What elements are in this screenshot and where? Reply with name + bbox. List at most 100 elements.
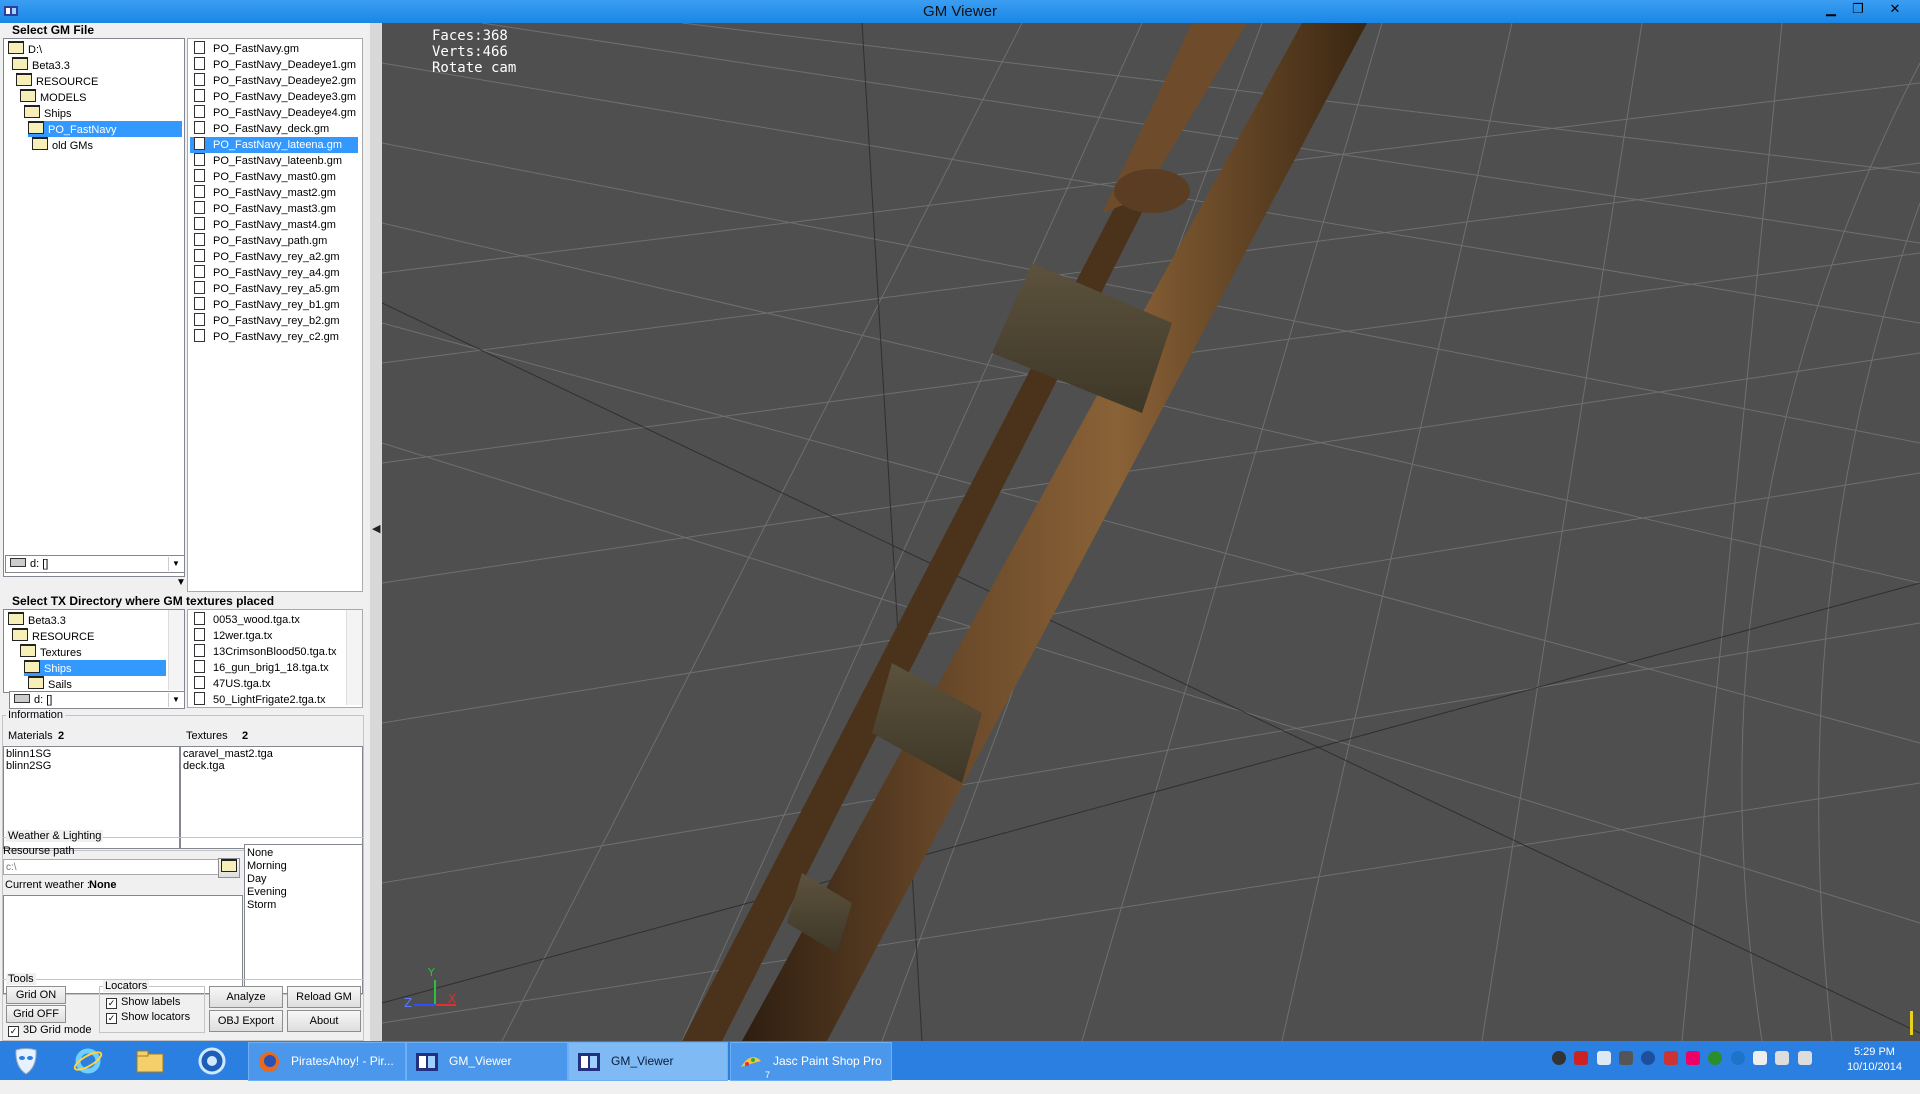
about-button[interactable]: About	[287, 1010, 361, 1032]
task-paint-shop-pro[interactable]: 7 Jasc Paint Shop Pro	[730, 1042, 892, 1081]
tree-item[interactable]: Ships	[24, 105, 76, 121]
tray-disc-icon[interactable]	[1552, 1051, 1566, 1065]
tree-item-selected[interactable]: PO_FastNavy	[28, 121, 182, 137]
file-item[interactable]: PO_FastNavy_Deadeye1.gm	[194, 57, 356, 73]
file-item[interactable]: PO_FastNavy_mast4.gm	[194, 217, 336, 233]
tx-tree-scrollbar[interactable]	[168, 610, 184, 690]
tray-b-icon[interactable]	[1574, 1051, 1589, 1065]
start-mask-icon[interactable]	[10, 1045, 42, 1077]
obj-export-button[interactable]: OBJ Export	[209, 1010, 283, 1032]
show-labels-checkbox[interactable]: ✓ Show labels	[106, 996, 180, 1009]
file-item[interactable]: PO_FastNavy_rey_b1.gm	[194, 297, 340, 313]
gm-drive-select[interactable]: d: [] ▼	[5, 555, 185, 573]
tree-item[interactable]: Beta3.3	[12, 57, 74, 73]
weather-option[interactable]: Storm	[247, 899, 276, 911]
tray-green-icon[interactable]	[1708, 1051, 1723, 1065]
file-icon	[194, 121, 205, 134]
tray-globe-icon[interactable]	[1641, 1051, 1656, 1065]
file-item[interactable]: PO_FastNavy_Deadeye4.gm	[194, 105, 356, 121]
tree-item[interactable]: Textures	[20, 644, 86, 660]
task-firefox[interactable]: PiratesAhoy! - Pir...	[248, 1042, 406, 1081]
weather-options-list[interactable]: None Morning Day Evening Storm	[244, 844, 363, 994]
tray-volume-icon[interactable]	[1797, 1051, 1812, 1065]
file-item[interactable]: PO_FastNavy_rey_a4.gm	[194, 265, 340, 281]
tree-item[interactable]: RESOURCE	[12, 628, 98, 644]
tree-item-selected[interactable]: Ships	[24, 660, 166, 676]
weather-option[interactable]: None	[247, 847, 273, 859]
list-item[interactable]: caravel_mast2.tga	[183, 748, 273, 760]
tree-item[interactable]: Sails	[28, 676, 76, 692]
tx-folder-tree[interactable]: Beta3.3 RESOURCE Textures Ships Sails	[3, 609, 185, 693]
weather-option[interactable]: Evening	[247, 886, 287, 898]
file-item[interactable]: PO_FastNavy_rey_c2.gm	[194, 329, 339, 345]
tray-cloud-icon[interactable]	[1596, 1051, 1611, 1065]
restore-button[interactable]: ❐	[1845, 0, 1871, 18]
show-locators-checkbox[interactable]: ✓ Show locators	[106, 1011, 190, 1024]
list-item[interactable]: deck.tga	[183, 760, 225, 772]
tray-sb-icon[interactable]	[1663, 1051, 1678, 1065]
grid-off-button[interactable]: Grid OFF	[6, 1005, 66, 1023]
gm-file-list[interactable]: PO_FastNavy.gm PO_FastNavy_Deadeye1.gm PO_…	[187, 38, 363, 592]
tray-pin-icon[interactable]	[1686, 1051, 1701, 1065]
file-item[interactable]: 13CrimsonBlood50.tga.tx	[194, 644, 337, 660]
file-item[interactable]: PO_FastNavy_mast2.gm	[194, 185, 336, 201]
tx-file-list[interactable]: 0053_wood.tga.tx 12wer.tga.tx 13CrimsonBlo…	[187, 609, 363, 708]
tree-item[interactable]: MODELS	[20, 89, 90, 105]
file-item[interactable]: 0053_wood.tga.tx	[194, 612, 300, 628]
weather-option[interactable]: Morning	[247, 860, 287, 872]
file-item[interactable]: PO_FastNavy_rey_b2.gm	[194, 313, 340, 329]
viewport-3d[interactable]: Faces:368 Verts:466 Rotate cam Z Y X	[382, 23, 1920, 1041]
file-item[interactable]: 47US.tga.tx	[194, 676, 270, 692]
weather-option[interactable]: Day	[247, 873, 267, 885]
reload-gm-button[interactable]: Reload GM	[287, 986, 361, 1008]
chevron-down-icon[interactable]: ▼	[168, 693, 183, 707]
tree-item[interactable]: D:\	[8, 41, 46, 57]
file-item[interactable]: PO_FastNavy_rey_a2.gm	[194, 249, 340, 265]
file-item[interactable]: PO_FastNavy_mast3.gm	[194, 201, 336, 217]
collapse-panel-icon[interactable]: ◀	[372, 522, 380, 535]
resource-path-input[interactable]	[3, 859, 219, 875]
tray-flag-icon[interactable]	[1753, 1051, 1768, 1065]
textures-list[interactable]: caravel_mast2.tga deck.tga	[180, 746, 363, 849]
grid-3d-checkbox[interactable]: ✓ 3D Grid mode	[8, 1024, 91, 1037]
clock[interactable]: 5:29 PM 10/10/2014	[1847, 1045, 1902, 1075]
browse-folder-button[interactable]	[218, 858, 240, 878]
file-item[interactable]: PO_FastNavy_mast0.gm	[194, 169, 336, 185]
chevron-down-icon[interactable]: ▼	[168, 557, 183, 571]
file-explorer-icon[interactable]	[134, 1045, 166, 1077]
file-item[interactable]: PO_FastNavy_deck.gm	[194, 121, 329, 137]
grid-on-button[interactable]: Grid ON	[6, 986, 66, 1004]
file-item[interactable]: PO_FastNavy_Deadeye2.gm	[194, 73, 356, 89]
task-gm-viewer-2[interactable]: GM_Viewer	[568, 1042, 728, 1081]
tray-network-icon[interactable]	[1730, 1051, 1745, 1065]
minimize-button[interactable]: ▁	[1818, 0, 1844, 18]
tray-monitor-icon[interactable]	[1619, 1051, 1634, 1065]
file-icon	[194, 105, 205, 118]
task-gm-viewer-1[interactable]: GM_Viewer	[406, 1042, 568, 1081]
file-item[interactable]: 50_LightFrigate2.tga.tx	[194, 692, 326, 708]
file-item[interactable]: PO_FastNavy_Deadeye3.gm	[194, 89, 356, 105]
file-item[interactable]: PO_FastNavy_rey_a5.gm	[194, 281, 340, 297]
gm-folder-tree[interactable]: D:\ Beta3.3 RESOURCE MODELS Ships PO_Fas…	[3, 38, 185, 577]
tx-drive-select[interactable]: d: [] ▼	[9, 691, 185, 709]
file-item[interactable]: 16_gun_brig1_18.tga.tx	[194, 660, 329, 676]
close-button[interactable]: ✕	[1881, 0, 1909, 18]
tree-item[interactable]: Beta3.3	[8, 612, 70, 628]
file-item[interactable]: 12wer.tga.tx	[194, 628, 272, 644]
file-item-selected[interactable]: PO_FastNavy_lateena.gm	[190, 137, 358, 153]
tray-display-icon[interactable]	[1775, 1051, 1790, 1065]
file-item[interactable]: PO_FastNavy_path.gm	[194, 233, 327, 249]
folder-open-icon	[16, 73, 32, 86]
file-item[interactable]: PO_FastNavy.gm	[194, 41, 299, 57]
analyze-button[interactable]: Analyze	[209, 986, 283, 1008]
file-item[interactable]: PO_FastNavy_lateenb.gm	[194, 153, 342, 169]
splitter-down-icon[interactable]: ▼	[176, 577, 186, 588]
list-item[interactable]: blinn1SG	[6, 748, 51, 760]
internet-explorer-icon[interactable]	[72, 1045, 104, 1077]
browser-swirl-icon[interactable]	[196, 1045, 228, 1077]
tx-file-scrollbar[interactable]	[346, 610, 362, 705]
folder-open-icon	[8, 41, 24, 54]
tree-item[interactable]: old GMs	[32, 137, 97, 153]
tree-item[interactable]: RESOURCE	[16, 73, 102, 89]
list-item[interactable]: blinn2SG	[6, 760, 51, 772]
